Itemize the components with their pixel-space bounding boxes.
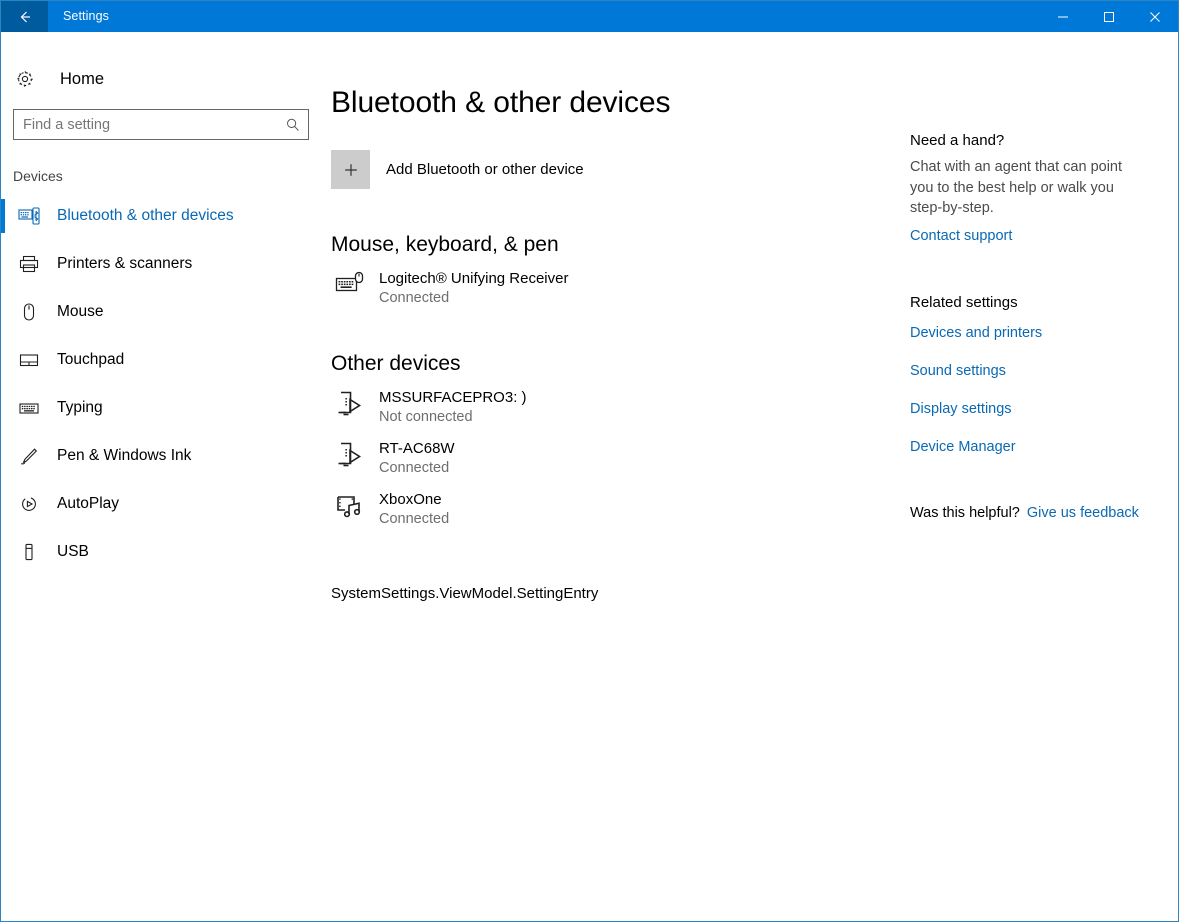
device-status: Connected [379, 458, 455, 478]
sidebar-item-label: Mouse [57, 303, 104, 321]
related-settings-links: Devices and printers Sound settings Disp… [910, 325, 1178, 455]
sidebar-item-printers-scanners[interactable]: Printers & scanners [1, 240, 323, 288]
close-icon [1149, 11, 1161, 23]
sidebar-item-label: Bluetooth & other devices [57, 207, 234, 225]
sidebar-item-label: Touchpad [57, 351, 124, 369]
back-button[interactable] [1, 1, 48, 32]
device-row-xboxone[interactable]: XboxOne Connected [331, 490, 761, 529]
bluetooth-devices-icon [15, 206, 43, 226]
panel-spacer [910, 244, 1178, 294]
sidebar-item-label: Pen & Windows Ink [57, 447, 191, 465]
sidebar-item-home[interactable]: Home [1, 57, 323, 101]
link-device-manager[interactable]: Device Manager [910, 439, 1178, 455]
keyboard-mouse-icon [331, 269, 369, 297]
usb-icon [15, 542, 43, 562]
device-info: RT-AC68W Connected [379, 439, 455, 478]
sidebar-group-label: Devices [13, 168, 323, 184]
sidebar-item-pen-windows-ink[interactable]: Pen & Windows Ink [1, 432, 323, 480]
cast-device-icon [331, 388, 369, 418]
gear-icon [15, 69, 45, 89]
sidebar-item-label: Printers & scanners [57, 255, 192, 273]
plus-icon [331, 150, 370, 189]
device-name: Logitech® Unifying Receiver [379, 269, 568, 288]
device-info: XboxOne Connected [379, 490, 449, 529]
feedback-question: Was this helpful? [910, 505, 1020, 521]
device-row-rt-ac68w[interactable]: RT-AC68W Connected [331, 439, 761, 478]
sidebar: Home Devices [1, 32, 323, 921]
cast-device-icon [331, 439, 369, 469]
search-input[interactable] [14, 116, 278, 134]
help-heading: Need a hand? [910, 132, 1178, 149]
device-row-logitech-receiver[interactable]: Logitech® Unifying Receiver Connected [331, 269, 761, 308]
right-panel: Need a hand? Chat with an agent that can… [910, 32, 1178, 921]
sidebar-item-bluetooth-other-devices[interactable]: Bluetooth & other devices [1, 192, 323, 240]
link-devices-and-printers[interactable]: Devices and printers [910, 325, 1178, 341]
pen-icon [15, 446, 43, 466]
sidebar-item-autoplay[interactable]: AutoPlay [1, 480, 323, 528]
link-sound-settings[interactable]: Sound settings [910, 363, 1178, 379]
back-arrow-icon [16, 8, 34, 26]
keyboard-icon [15, 398, 43, 418]
search-box[interactable] [13, 109, 309, 140]
sidebar-item-touchpad[interactable]: Touchpad [1, 336, 323, 384]
add-bluetooth-device-button[interactable]: Add Bluetooth or other device [331, 150, 751, 189]
add-device-label: Add Bluetooth or other device [386, 161, 584, 178]
device-info: MSSURFACEPRO3: ) Not connected [379, 388, 527, 427]
device-name: RT-AC68W [379, 439, 455, 458]
link-display-settings[interactable]: Display settings [910, 401, 1178, 417]
window-controls [1040, 1, 1178, 32]
maximize-icon [1103, 11, 1115, 23]
sidebar-item-label: USB [57, 543, 89, 561]
contact-support-link[interactable]: Contact support [910, 228, 1178, 244]
title-bar: Settings [1, 1, 1178, 32]
device-status: Not connected [379, 407, 527, 427]
touchpad-icon [15, 350, 43, 370]
feedback-row: Was this helpful? Give us feedback [910, 505, 1178, 521]
window-body: Home Devices [1, 32, 1178, 921]
minimize-icon [1057, 11, 1069, 23]
sidebar-item-label: Typing [57, 399, 103, 417]
sidebar-item-label: AutoPlay [57, 495, 119, 513]
section-heading-other-devices: Other devices [331, 352, 910, 376]
device-info: Logitech® Unifying Receiver Connected [379, 269, 568, 308]
window-title: Settings [48, 1, 1040, 32]
device-name: MSSURFACEPRO3: ) [379, 388, 527, 407]
related-settings-heading: Related settings [910, 294, 1178, 311]
sidebar-item-mouse[interactable]: Mouse [1, 288, 323, 336]
sidebar-item-usb[interactable]: USB [1, 528, 323, 576]
printer-icon [15, 254, 43, 274]
main-content: Bluetooth & other devices Add Bluetooth … [323, 32, 910, 921]
device-row-mssurfacepro3[interactable]: MSSURFACEPRO3: ) Not connected [331, 388, 761, 427]
help-body-text: Chat with an agent that can point you to… [910, 157, 1142, 219]
home-label: Home [60, 70, 104, 89]
sidebar-item-typing[interactable]: Typing [1, 384, 323, 432]
mouse-icon [15, 302, 43, 322]
device-name: XboxOne [379, 490, 449, 509]
maximize-button[interactable] [1086, 1, 1132, 32]
debug-placeholder-text: SystemSettings.ViewModel.SettingEntry [331, 585, 910, 602]
settings-window: Settings [0, 0, 1179, 922]
media-device-icon [331, 490, 369, 520]
autoplay-icon [15, 494, 43, 514]
minimize-button[interactable] [1040, 1, 1086, 32]
section-heading-mouse-keyboard-pen: Mouse, keyboard, & pen [331, 233, 910, 257]
device-status: Connected [379, 288, 568, 308]
page-title: Bluetooth & other devices [323, 32, 910, 120]
give-us-feedback-link[interactable]: Give us feedback [1027, 505, 1139, 521]
device-status: Connected [379, 509, 449, 529]
search-icon[interactable] [278, 117, 308, 133]
close-button[interactable] [1132, 1, 1178, 32]
